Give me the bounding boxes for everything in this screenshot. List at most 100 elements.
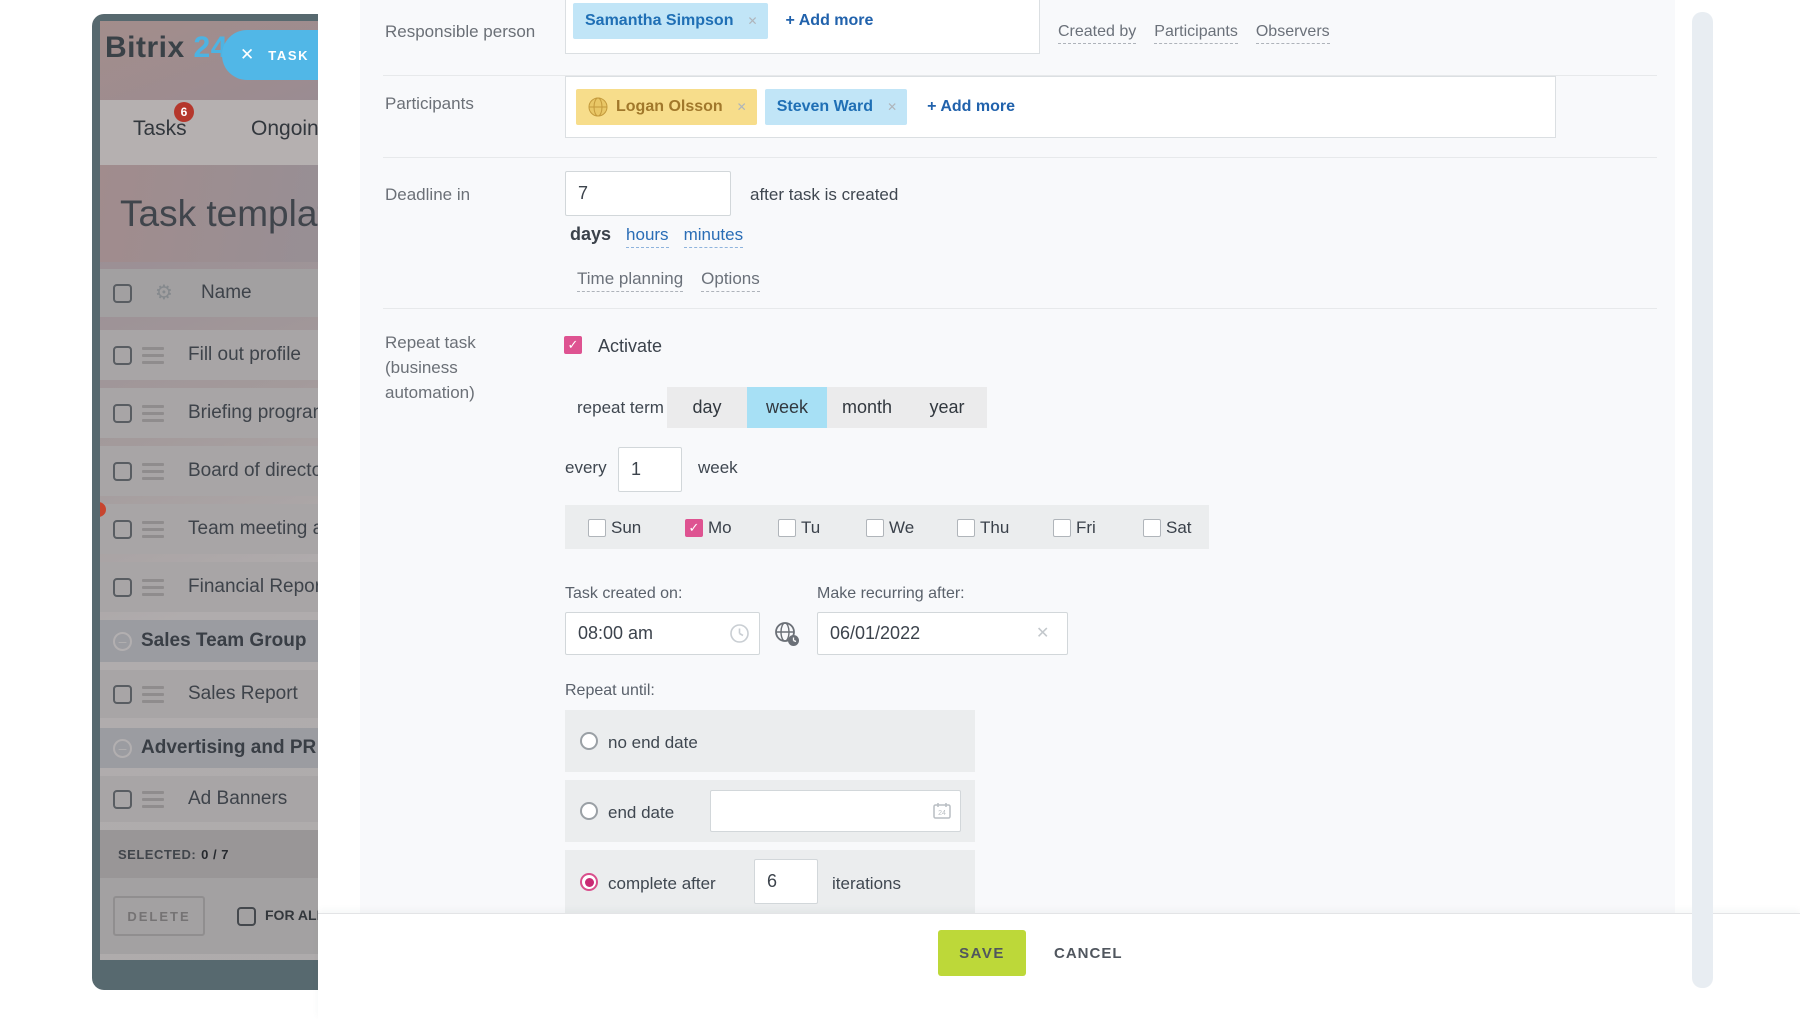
row-checkbox[interactable] xyxy=(113,578,132,597)
complete-after-label: complete after xyxy=(608,874,716,894)
row-checkbox[interactable] xyxy=(113,346,132,365)
task-pill-label: TASK xyxy=(268,48,309,63)
template-name[interactable]: Team meeting ag xyxy=(188,518,334,540)
day-checkbox[interactable] xyxy=(957,519,975,537)
day-checkbox[interactable]: ✓ xyxy=(685,519,703,537)
add-more-link[interactable]: + Add more xyxy=(786,12,874,30)
remove-chip-icon[interactable]: ✕ xyxy=(887,100,897,114)
row-checkbox[interactable] xyxy=(113,520,132,539)
template-name[interactable]: Financial Report xyxy=(188,576,326,598)
day-checkbox[interactable] xyxy=(1053,519,1071,537)
weekday-thu[interactable]: Thu xyxy=(957,518,1009,538)
drag-handle-icon[interactable] xyxy=(142,791,164,808)
term-day[interactable]: day xyxy=(667,387,747,428)
template-name[interactable]: Board of directors xyxy=(188,460,338,482)
close-icon[interactable]: ✕ xyxy=(240,45,254,65)
weekday-tu[interactable]: Tu xyxy=(778,518,820,538)
drag-handle-icon[interactable] xyxy=(142,521,164,538)
drag-handle-icon[interactable] xyxy=(142,405,164,422)
term-week[interactable]: week xyxy=(747,387,827,428)
group-name[interactable]: Sales Team Group xyxy=(141,630,306,652)
weekday-strip: Sun ✓Mo Tu We Thu Fri Sat xyxy=(565,505,1209,549)
drag-handle-icon[interactable] xyxy=(142,347,164,364)
remove-chip-icon[interactable]: ✕ xyxy=(747,14,757,28)
drag-handle-icon[interactable] xyxy=(142,686,164,703)
bitrix-logo: Bitrix 24 xyxy=(105,31,228,65)
template-name[interactable]: Ad Banners xyxy=(188,788,287,810)
remove-chip-icon[interactable]: ✕ xyxy=(737,100,747,114)
selected-count: 0 / 7 xyxy=(201,847,229,862)
radio-complete-after[interactable] xyxy=(580,873,598,891)
weekday-mo[interactable]: ✓Mo xyxy=(685,518,732,538)
participants-link[interactable]: Participants xyxy=(1154,23,1238,44)
unit-days[interactable]: days xyxy=(570,224,611,245)
gear-icon[interactable]: ⚙ xyxy=(155,283,173,303)
template-name[interactable]: Sales Report xyxy=(188,683,298,705)
save-button[interactable]: SAVE xyxy=(938,930,1026,976)
end-date-input[interactable] xyxy=(710,790,961,832)
timezone-globe-icon[interactable] xyxy=(773,620,801,648)
divider xyxy=(383,157,1657,158)
row-checkbox[interactable] xyxy=(113,462,132,481)
until-option-end-date[interactable]: end date 24 xyxy=(565,780,975,842)
responsible-person-field[interactable]: Samantha Simpson ✕ + Add more xyxy=(565,0,1040,54)
add-more-link[interactable]: + Add more xyxy=(927,98,1015,116)
unit-minutes[interactable]: minutes xyxy=(684,225,744,248)
every-input[interactable] xyxy=(618,447,682,492)
weekday-sat[interactable]: Sat xyxy=(1143,518,1192,538)
unit-hours[interactable]: hours xyxy=(626,225,669,248)
svg-text:24: 24 xyxy=(938,810,946,817)
weekday-sun[interactable]: Sun xyxy=(588,518,641,538)
template-name[interactable]: Briefing program xyxy=(188,402,328,424)
clock-icon[interactable] xyxy=(730,624,749,643)
participants-field[interactable]: Logan Olsson ✕ Steven Ward ✕ + Add more xyxy=(565,76,1556,138)
observers-link[interactable]: Observers xyxy=(1256,23,1330,44)
row-checkbox[interactable] xyxy=(113,790,132,809)
repeat-term-label: repeat term xyxy=(577,398,664,418)
template-name[interactable]: Fill out profile xyxy=(188,344,301,366)
time-planning-link[interactable]: Time planning xyxy=(577,269,683,292)
drag-handle-icon[interactable] xyxy=(142,579,164,596)
scrollbar-track[interactable] xyxy=(1692,12,1713,988)
row-checkbox[interactable] xyxy=(113,404,132,423)
repeat-term-segmented: day week month year xyxy=(667,387,987,428)
weekday-fri[interactable]: Fri xyxy=(1053,518,1096,538)
iterations-input[interactable] xyxy=(754,859,818,904)
collapse-icon[interactable]: – xyxy=(113,632,132,651)
day-checkbox[interactable] xyxy=(1143,519,1161,537)
select-all-checkbox[interactable] xyxy=(113,284,132,303)
person-chip[interactable]: Logan Olsson ✕ xyxy=(576,89,757,125)
term-year[interactable]: year xyxy=(907,387,987,428)
weekday-we[interactable]: We xyxy=(866,518,914,538)
collapse-icon[interactable]: – xyxy=(113,739,132,758)
date-input[interactable] xyxy=(817,612,1068,655)
group-name[interactable]: Advertising and PR xyxy=(141,737,316,759)
radio-no-end-date[interactable] xyxy=(580,732,598,750)
person-chip[interactable]: Samantha Simpson ✕ xyxy=(573,3,768,39)
day-checkbox[interactable] xyxy=(866,519,884,537)
calendar-icon[interactable]: 24 xyxy=(933,802,951,820)
activate-label: Activate xyxy=(598,336,662,357)
day-checkbox[interactable] xyxy=(778,519,796,537)
radio-end-date[interactable] xyxy=(580,802,598,820)
cancel-button[interactable]: CANCEL xyxy=(1048,930,1129,976)
term-month[interactable]: month xyxy=(827,387,907,428)
delete-button[interactable]: DELETE xyxy=(113,896,205,936)
every-label: every xyxy=(565,458,607,478)
created-by-link[interactable]: Created by xyxy=(1058,23,1136,44)
deadline-input[interactable] xyxy=(565,171,731,216)
role-links: Created by Participants Observers xyxy=(1058,23,1330,44)
clear-date-icon[interactable]: ✕ xyxy=(1036,623,1049,643)
for-all-checkbox[interactable] xyxy=(237,907,256,926)
person-chip[interactable]: Steven Ward ✕ xyxy=(765,89,907,125)
row-checkbox[interactable] xyxy=(113,685,132,704)
activate-checkbox[interactable]: ✓ xyxy=(564,336,582,354)
options-link[interactable]: Options xyxy=(701,269,760,292)
day-checkbox[interactable] xyxy=(588,519,606,537)
responsible-person-label: Responsible person xyxy=(385,22,535,42)
deadline-label: Deadline in xyxy=(385,185,470,205)
person-chip-name: Samantha Simpson xyxy=(585,12,733,30)
until-option-complete-after[interactable]: complete after iterations xyxy=(565,850,975,913)
drag-handle-icon[interactable] xyxy=(142,463,164,480)
until-option-no-end[interactable]: no end date xyxy=(565,710,975,772)
